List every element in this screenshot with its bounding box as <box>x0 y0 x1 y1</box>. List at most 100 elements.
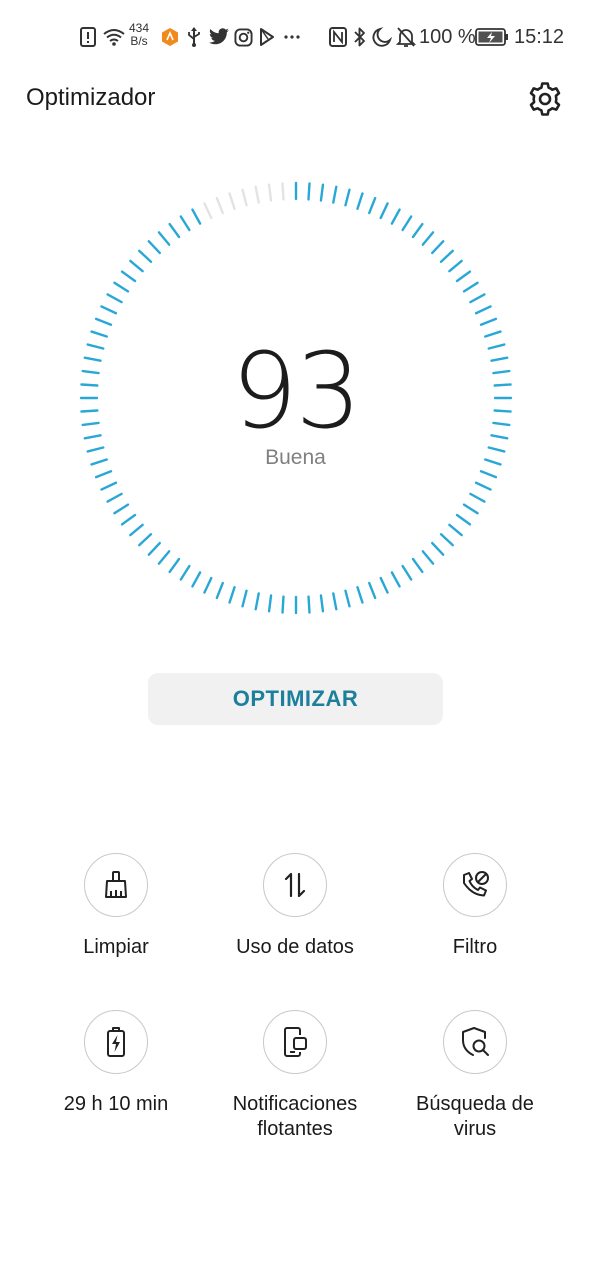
phone-block-icon <box>463 871 489 897</box>
play-store-icon <box>259 22 275 52</box>
gauge-tick-filled <box>469 293 486 304</box>
gauge-tick-filled <box>179 564 191 581</box>
tool-virus-scan[interactable]: Búsqueda de virus <box>385 1010 565 1142</box>
gauge-tick-filled <box>168 557 181 574</box>
battery-percent: 100 % <box>419 25 476 48</box>
gauge-tick-filled <box>94 317 113 326</box>
gauge-tick-filled <box>455 513 472 526</box>
gauge-tick-filled <box>332 592 338 611</box>
gauge-tick-filled <box>401 215 413 232</box>
bell-off-icon <box>396 22 416 52</box>
tool-virus-scan-circle <box>443 1010 507 1074</box>
net-speed-unit: B/s <box>130 34 148 48</box>
moon-icon <box>372 22 392 52</box>
gauge-tick-filled <box>113 503 130 515</box>
gauge-tick-filled <box>431 240 445 255</box>
gauge-tick-filled <box>439 249 454 263</box>
gauge-tick-filled <box>390 208 401 225</box>
page-title: Optimizador <box>26 84 156 111</box>
gauge-tick-filled <box>411 222 424 239</box>
tool-filter-label: Filtro <box>452 936 498 958</box>
tool-clean[interactable]: Limpiar <box>26 853 206 960</box>
battery-icon <box>107 1027 125 1057</box>
tool-data-usage-circle <box>263 853 327 917</box>
tool-floating-notifications-circle <box>263 1010 327 1074</box>
alert-icon <box>80 22 96 52</box>
gauge-tick-filled <box>474 305 492 315</box>
tool-battery-circle <box>84 1010 148 1074</box>
gauge-tick-filled <box>281 595 285 614</box>
gauge-tick-filled <box>241 589 248 608</box>
tool-filter[interactable]: Filtro <box>385 853 565 960</box>
settings-button[interactable] <box>526 80 564 118</box>
gauge-tick-filled <box>479 470 498 479</box>
twitter-icon <box>208 22 230 52</box>
gauge-tick-filled <box>138 249 153 263</box>
optimize-button[interactable]: OPTIMIZAR <box>148 673 443 725</box>
data-arrows-icon <box>284 872 306 898</box>
gauge-tick-filled <box>138 533 153 547</box>
gauge-tick-filled <box>319 183 325 202</box>
tool-clean-label: Limpiar <box>83 936 149 958</box>
gauge-tick-filled <box>100 481 118 491</box>
orange-app-icon <box>160 22 180 52</box>
gauge-tick-empty <box>215 196 224 215</box>
gauge-tick-filled <box>147 541 161 556</box>
gauge-tick-filled <box>254 592 260 611</box>
gauge-tick-filled <box>448 523 463 537</box>
gauge-tick-filled <box>411 557 424 574</box>
tool-virus-scan-label: Búsqueda de virus <box>416 1093 534 1140</box>
gauge-tick-filled <box>100 305 118 315</box>
shield-search-icon <box>462 1027 489 1056</box>
gauge-tick-filled <box>462 503 479 515</box>
wifi-icon <box>102 22 126 52</box>
gauge-tick-filled <box>356 192 364 210</box>
gauge-tick-filled <box>106 293 123 304</box>
more-icon <box>284 22 300 52</box>
gauge-tick-filled <box>129 523 144 537</box>
tool-battery[interactable]: 29 h 10 min <box>26 1010 206 1117</box>
net-speed: 434 B/s <box>129 20 149 50</box>
tool-floating-notifications[interactable]: Notificaciones flotantes <box>205 1010 385 1142</box>
gauge-tick-filled <box>479 317 498 326</box>
clock: 15:12 <box>514 25 565 48</box>
gauge-tick-filled <box>203 576 213 594</box>
tool-data-usage[interactable]: Uso de datos <box>205 853 385 960</box>
gauge-tick-filled <box>332 185 338 204</box>
gauge-tick-filled <box>474 481 492 491</box>
gear-icon <box>529 82 561 116</box>
gauge-tick-filled <box>228 586 236 604</box>
gauge-tick-filled <box>113 281 130 293</box>
gauge-tick-filled <box>448 259 463 273</box>
battery-charging-icon <box>475 22 509 52</box>
gauge-tick-filled <box>421 550 435 565</box>
gauge-tick-filled <box>94 470 113 479</box>
floating-notification-icon <box>284 1027 307 1057</box>
instagram-icon <box>234 22 253 52</box>
gauge-tick-filled <box>215 581 224 600</box>
score-value: 93 <box>231 330 361 452</box>
tool-floating-notifications-label: Notificaciones flotantes <box>232 1093 358 1140</box>
gauge-tick-filled <box>120 270 137 283</box>
gauge-tick-filled <box>157 550 171 565</box>
gauge-tick-filled <box>344 188 351 207</box>
gauge-tick-filled <box>469 492 486 503</box>
gauge-tick-filled <box>168 222 181 239</box>
gauge-tick-filled <box>106 492 123 503</box>
gauge-tick-filled <box>390 571 401 588</box>
nfc-icon <box>329 22 347 52</box>
gauge-tick-filled <box>379 576 389 594</box>
gauge-tick-filled <box>191 571 202 588</box>
tool-data-usage-label: Uso de datos <box>236 936 354 958</box>
gauge-tick-filled <box>344 589 351 608</box>
gauge-tick-filled <box>179 215 191 232</box>
gauge-tick-empty <box>241 188 248 207</box>
gauge-tick-empty <box>281 182 285 201</box>
gauge-tick-filled <box>439 533 454 547</box>
gauge-tick-filled <box>368 581 377 600</box>
score-status: Buena <box>265 446 326 469</box>
gauge-tick-filled <box>421 231 435 246</box>
gauge-tick-filled <box>401 564 413 581</box>
gauge-tick-filled <box>368 196 377 215</box>
gauge-tick-empty <box>254 185 260 204</box>
